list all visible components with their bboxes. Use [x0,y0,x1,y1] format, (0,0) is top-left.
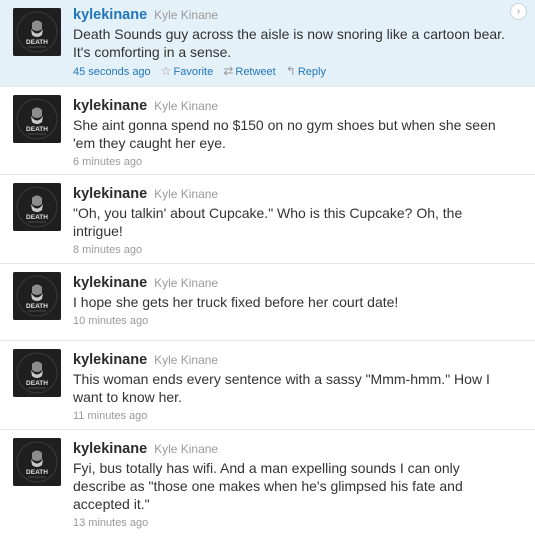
full-name: Kyle Kinane [154,187,219,201]
retweet-label: Retweet [235,66,276,78]
svg-text:DEATH: DEATH [26,214,48,221]
tweet-item[interactable]: DEATH kylekinane Kyle Kinane "Oh, you ta… [0,175,535,264]
tweet-content: kylekinane Kyle Kinane I hope she gets h… [73,273,505,328]
retweet-icon: ⇄ [223,64,234,78]
avatar[interactable]: DEATH [13,349,61,397]
timestamp-link[interactable]: 11 minutes ago [73,410,147,422]
full-name: Kyle Kinane [154,442,219,456]
tweet-text: "Oh, you talkin' about Cupcake." Who is … [73,205,463,239]
favorite-button[interactable]: ☆ Favorite [160,64,217,78]
tweet-content: kylekinane Kyle Kinane Death Sounds guy … [73,5,505,79]
avatar-image: DEATH [13,183,61,231]
avatar-image: DEATH [13,272,61,320]
favorite-label: Favorite [173,66,214,78]
tweet-item[interactable]: DEATH kylekinane Kyle Kinane Death Sound… [0,0,535,87]
tweet-header: kylekinane Kyle Kinane [73,439,505,458]
tweet-header: kylekinane Kyle Kinane [73,273,505,292]
tweet-content: kylekinane Kyle Kinane This woman ends e… [73,350,505,423]
tweet-meta: 8 minutes ago [73,243,505,257]
tweet-header: kylekinane Kyle Kinane [73,184,505,203]
screen-name-link[interactable]: kylekinane [73,441,147,457]
svg-text:DEATH: DEATH [26,126,48,133]
tweet-item[interactable]: DEATH kylekinane Kyle Kinane I hope she … [0,264,535,341]
avatar-image: DEATH [13,438,61,486]
tweet-content: kylekinane Kyle Kinane Fyi, bus totally … [73,439,505,530]
timestamp-link[interactable]: 10 minutes ago [73,315,148,327]
tweet-text: This woman ends every sentence with a sa… [73,371,490,405]
screen-name-link[interactable]: kylekinane [73,275,147,291]
tweet-header: kylekinane Kyle Kinane [73,96,505,115]
tweet-header: kylekinane Kyle Kinane [73,5,505,24]
tweet-text: She aint gonna spend no $150 on no gym s… [73,117,496,151]
tweet-meta: 6 minutes ago [73,155,505,169]
full-name: Kyle Kinane [154,8,219,22]
avatar[interactable]: DEATH [13,272,61,320]
star-icon: ☆ [160,64,172,78]
tweet-item[interactable]: DEATH kylekinane Kyle Kinane This woman … [0,341,535,430]
chevron-right-icon: › [516,6,521,17]
tweet-meta: 45 seconds ago ☆ Favorite ⇄ Retweet ↰ Reply [73,64,505,79]
reply-icon: ↰ [285,64,296,78]
tweet-feed: DEATH kylekinane Kyle Kinane Death Sound… [0,0,535,540]
reply-button[interactable]: ↰ Reply [285,64,326,78]
screen-name-link[interactable]: kylekinane [73,7,147,23]
full-name: Kyle Kinane [154,353,219,367]
tweet-text: Death Sounds guy across the aisle is now… [73,26,505,60]
timestamp-link[interactable]: 6 minutes ago [73,156,142,168]
screen-name-link[interactable]: kylekinane [73,186,147,202]
tweet-header: kylekinane Kyle Kinane [73,350,505,369]
full-name: Kyle Kinane [154,99,219,113]
tweet-meta: 13 minutes ago [73,516,505,530]
retweet-button[interactable]: ⇄ Retweet [223,64,278,78]
avatar[interactable]: DEATH [13,95,61,143]
tweet-text: I hope she gets her truck fixed before h… [73,294,399,310]
svg-text:DEATH: DEATH [26,380,48,387]
avatar[interactable]: DEATH [13,438,61,486]
tweet-item[interactable]: DEATH kylekinane Kyle Kinane Fyi, bus to… [0,430,535,540]
screen-name-link[interactable]: kylekinane [73,352,147,368]
avatar[interactable]: DEATH [13,183,61,231]
avatar[interactable]: DEATH [13,8,61,56]
tweet-content: kylekinane Kyle Kinane "Oh, you talkin' … [73,184,505,257]
svg-text:DEATH: DEATH [26,469,48,476]
avatar-image: DEATH [13,349,61,397]
tweet-meta: 11 minutes ago [73,409,505,423]
tweet-item[interactable]: DEATH kylekinane Kyle Kinane She aint go… [0,87,535,175]
avatar-image: DEATH [13,8,61,56]
timestamp-link[interactable]: 13 minutes ago [73,517,148,529]
svg-text:DEATH: DEATH [26,303,48,310]
full-name: Kyle Kinane [154,276,219,290]
tweet-text: Fyi, bus totally has wifi. And a man exp… [73,460,463,512]
tweet-content: kylekinane Kyle Kinane She aint gonna sp… [73,96,505,169]
timestamp-link[interactable]: 45 seconds ago [73,66,151,78]
svg-text:DEATH: DEATH [26,39,48,46]
avatar-image: DEATH [13,95,61,143]
timestamp-link[interactable]: 8 minutes ago [73,244,142,256]
reply-label: Reply [297,66,326,78]
screen-name-link[interactable]: kylekinane [73,98,147,114]
tweet-meta: 10 minutes ago [73,314,505,328]
details-button[interactable]: › [510,3,527,20]
